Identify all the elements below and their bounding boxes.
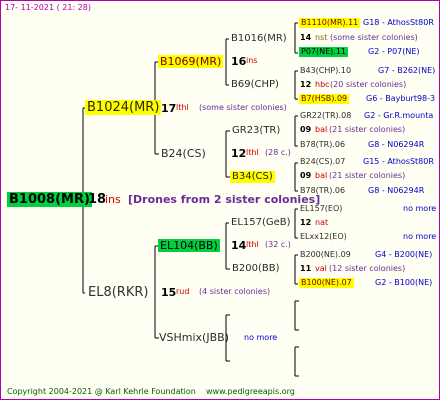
gen4-code-1: nst: [315, 33, 328, 42]
pedigree-frame: 17- 11-2021 ( 21: 28) B1008(MR) 18 ins […: [0, 0, 440, 400]
gen4-extra-8: G8 - N06294R: [368, 186, 425, 195]
gen4-name-5: GR22(TR).08: [300, 111, 352, 120]
gen3-name-4: B34(CS): [230, 171, 275, 183]
footer-copyright: Copyright 2004-2021 @ Karl Kehrle Founda…: [7, 387, 196, 396]
gen1-mother-breeder-code: lthl: [176, 103, 189, 112]
gen1-mother-year: 17: [161, 102, 177, 115]
gen4-code-2: hbc: [315, 80, 330, 89]
root-queen-name: B1008(MR): [7, 192, 92, 207]
gen3-name-3: GR23(TR): [232, 125, 281, 136]
gen2-mf-note: (28 c.): [265, 148, 291, 157]
gen2-fm-note: (32 c.): [265, 240, 291, 249]
gen3-name-5: EL157(GeB): [231, 217, 291, 228]
gen3-name-6: B200(BB): [232, 263, 280, 274]
root-year: 18: [88, 192, 107, 207]
gen4-name-9: EL157(EO): [300, 204, 343, 213]
gen2-ff-note: no more: [244, 333, 278, 342]
gen4-note-1: (some sister colonies): [330, 33, 418, 42]
gen4-code-3: bal: [315, 125, 328, 134]
gen4-note-2: (20 sister colonies): [330, 80, 407, 89]
gen4-code-5: nat: [315, 218, 329, 227]
gen2-fm-name: EL104(BB): [158, 239, 220, 252]
gen2-ff-name: VSHmix(JBB): [159, 331, 229, 344]
gen4-name-4: B7(HSB).09: [299, 94, 350, 104]
gen3-name-1: B1016(MR): [231, 33, 287, 44]
gen4-name-10: ELxx12(EO): [300, 232, 347, 241]
gen1-father-name: EL8(RKR): [88, 285, 149, 300]
gen2-mf-year: 12: [231, 147, 247, 160]
gen2-mm-name: B1069(MR): [158, 55, 224, 68]
gen4-extra-9: no more: [403, 204, 437, 213]
gen3-name-2: B69(CHP): [231, 79, 279, 90]
gen4-extra-4: G6 - Bayburt98-3: [366, 94, 436, 103]
gen4-name-12: B100(NE).07: [299, 278, 354, 288]
gen4-extra-1: G18 - AthosSt80R: [363, 18, 434, 27]
footer-url[interactable]: www.pedigreeapis.org: [206, 388, 295, 396]
gen4-note-6: (12 sister colonies): [329, 264, 406, 273]
gen4-extra-12: G2 - B100(NE): [375, 278, 433, 287]
gen4-extra-5: G2 - Gr.R.mounta: [364, 111, 434, 120]
gen2-fm-year: 14: [231, 239, 247, 252]
gen4-name-3: B43(CHP).10: [300, 66, 352, 75]
gen2-fm-breeder-code: lthl: [246, 240, 259, 249]
gen4-extra-11: G4 - B200(NE): [375, 250, 433, 259]
gen4-year-3: 09: [300, 125, 312, 134]
root-drone-note: [Drones from 2 sister colonies]: [128, 193, 321, 206]
gen4-name-8: B78(TR).06: [300, 186, 346, 195]
gen4-year-1: 14: [300, 33, 312, 42]
root-breeder-code: ins: [105, 193, 121, 206]
gen4-extra-6: G8 - N06294R: [368, 140, 425, 149]
gen1-mother-name: B1024(MR): [85, 100, 162, 115]
gen4-extra-7: G15 - AthosSt80R: [363, 157, 434, 166]
gen2-mf-breeder-code: lthl: [246, 148, 259, 157]
gen4-name-6: B78(TR).06: [300, 140, 346, 149]
gen4-note-4: (21 sister colonies): [329, 171, 406, 180]
gen4-name-7: B24(CS).07: [300, 157, 346, 166]
gen4-name-1: B1110(MR).11: [299, 18, 361, 28]
gen4-name-2: P07(NE).11: [299, 47, 349, 57]
gen4-note-3: (21 sister colonies): [329, 125, 406, 134]
gen2-mf-name: B24(CS): [161, 147, 206, 160]
date-stamp: 17- 11-2021 ( 21: 28): [5, 3, 91, 12]
gen4-extra-3: G7 - B262(NE): [378, 66, 436, 75]
gen4-extra-2: G2 - P07(NE): [368, 47, 420, 56]
gen2-mm-breeder-code: ins: [246, 56, 258, 65]
gen4-code-4: bal: [315, 171, 328, 180]
gen4-name-11: B200(NE).09: [300, 250, 351, 259]
gen4-year-5: 12: [300, 218, 312, 227]
gen4-year-6: 11: [300, 264, 312, 273]
gen4-extra-10: no more: [403, 232, 437, 241]
gen4-year-2: 12: [300, 80, 312, 89]
gen1-mother-note: (some sister colonies): [199, 103, 287, 112]
gen1-father-note: (4 sister colonies): [199, 287, 271, 296]
gen1-father-breeder-code: rud: [176, 287, 190, 296]
gen1-father-year: 15: [161, 286, 177, 299]
gen4-year-4: 09: [300, 171, 312, 180]
gen2-mm-year: 16: [231, 55, 247, 68]
gen4-code-6: val: [315, 264, 327, 273]
